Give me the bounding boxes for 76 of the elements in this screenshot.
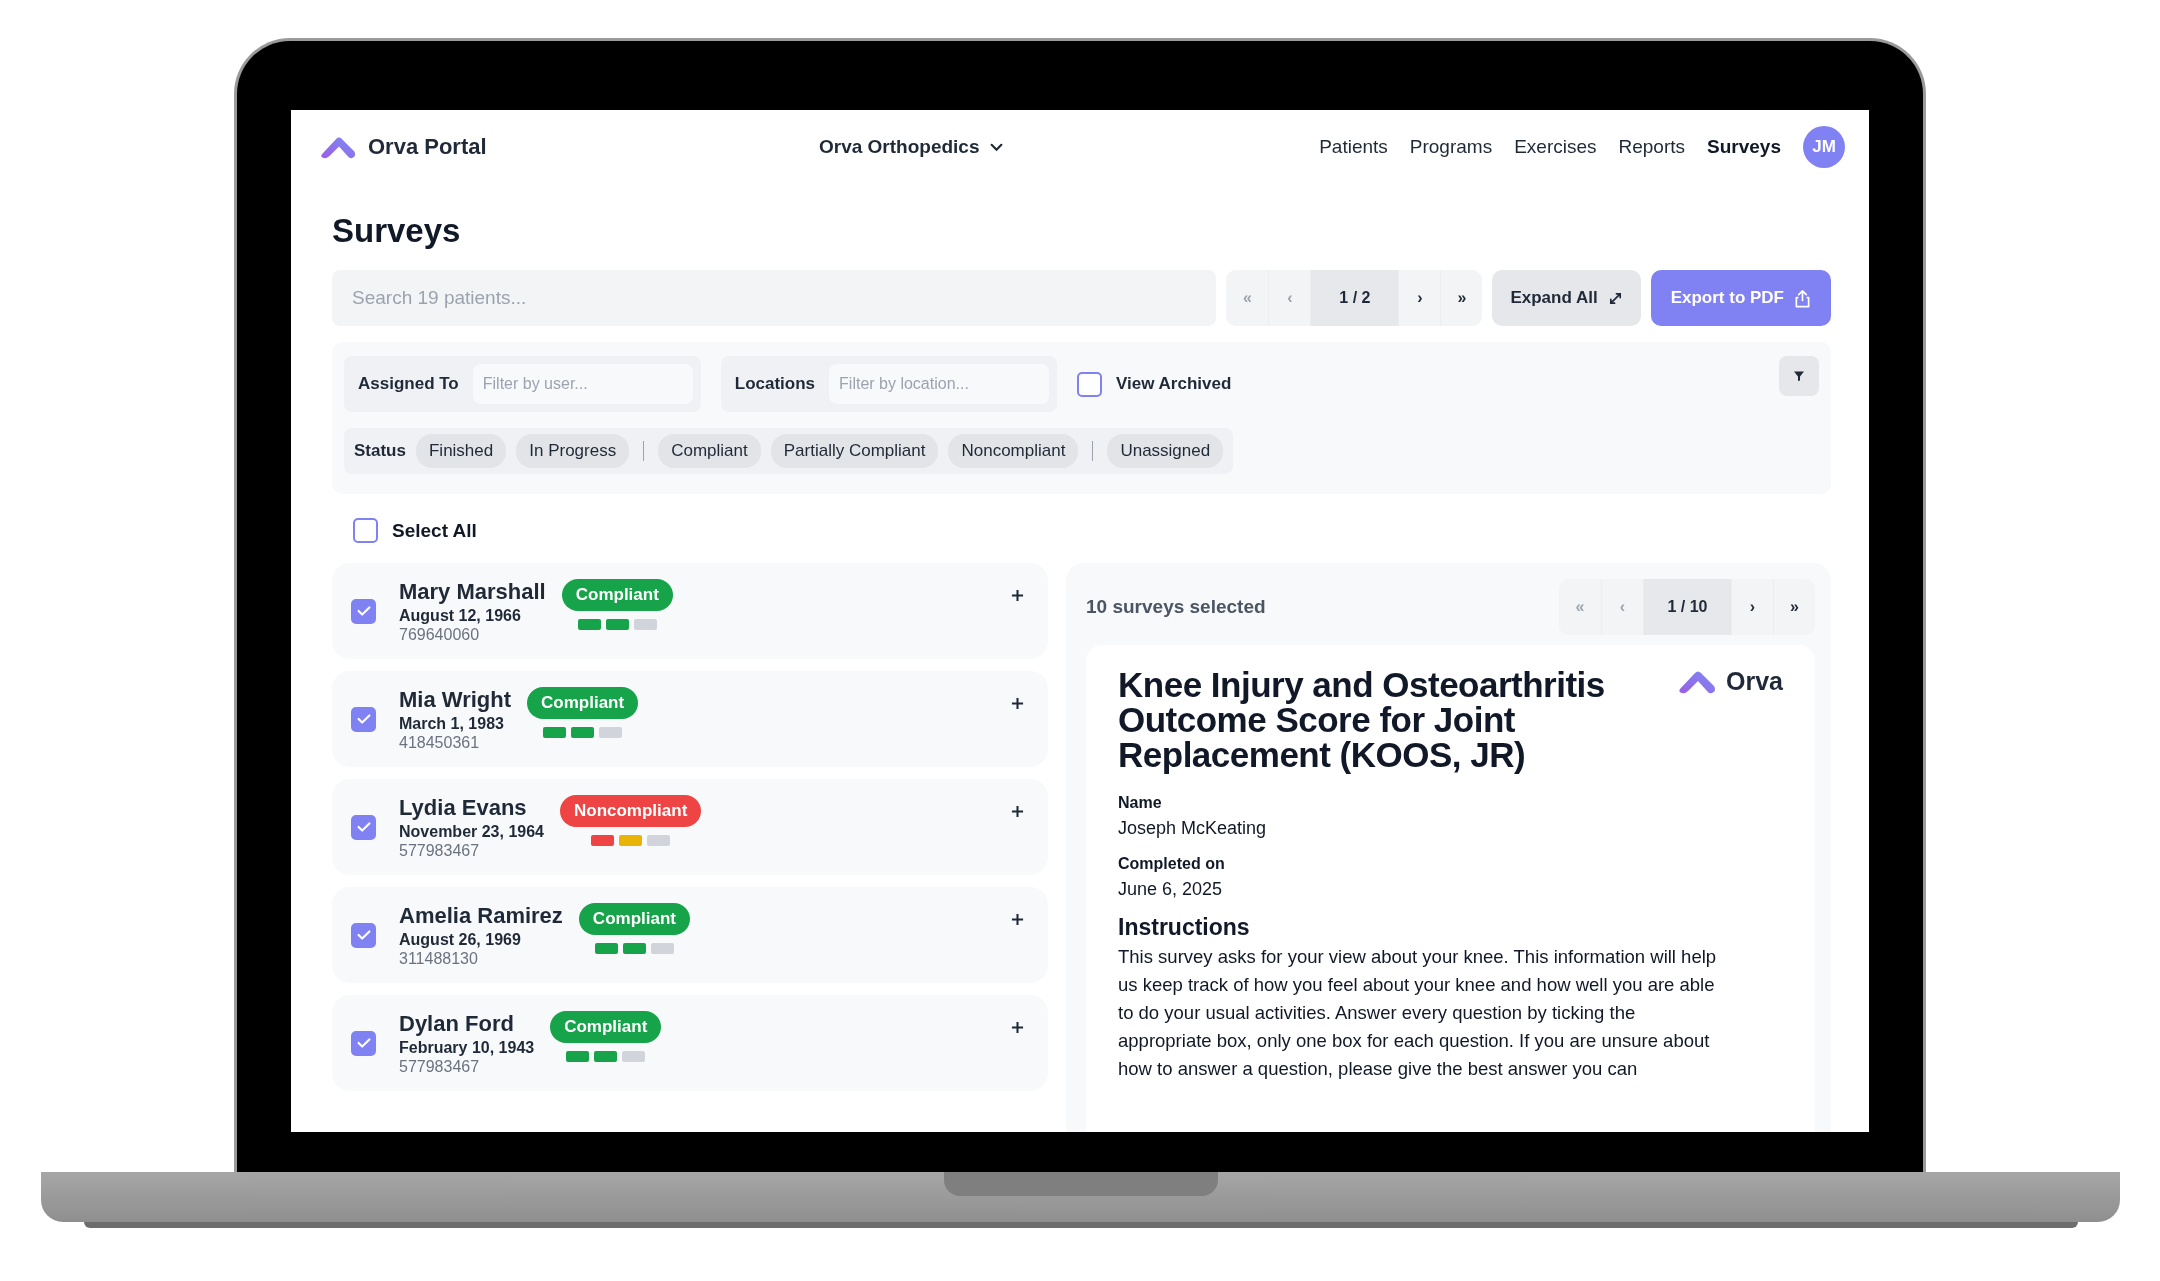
survey-title: Knee Injury and Osteoarthritis Outcome Score for Joint Replacement (KOOS, JR) (1118, 667, 1606, 772)
plus-icon (1011, 589, 1024, 602)
patient-name: Mia Wright (399, 686, 512, 713)
page-title: Surveys (332, 212, 462, 250)
patient-name: Mary Marshall (399, 578, 546, 605)
select-all-checkbox[interactable] (353, 518, 378, 543)
patient-id: 769640060 (399, 625, 481, 644)
plus-icon (1011, 697, 1024, 710)
checkbox-label: View Archived (1116, 374, 1232, 394)
status-badge: Compliant (550, 1010, 662, 1043)
user-filter-field[interactable]: Filter by user... (472, 364, 693, 404)
patient-checkbox[interactable] (351, 706, 376, 732)
nav-link[interactable]: Programs (1409, 136, 1493, 158)
status-badge: Noncompliant (560, 794, 702, 827)
app-name: Orva Portal (368, 134, 487, 160)
birth-date: August 26, 1969 (399, 930, 522, 949)
page-indicator[interactable]: 1 / 10 (1643, 579, 1731, 635)
patient-card[interactable]: Dylan Ford February 10, 1943 577983467 Compliant (332, 995, 1048, 1091)
brand-name: Orva (1726, 667, 1783, 696)
patient-checkbox[interactable] (351, 814, 376, 840)
section-heading: Instructions (1118, 914, 1251, 941)
nav-link[interactable]: Patients (1319, 136, 1388, 158)
status-chip[interactable]: Noncompliant (948, 434, 1079, 468)
birth-date: March 1, 1983 (399, 714, 505, 733)
selection-count: 10 surveys selected (1086, 596, 1266, 618)
patient-id: 311488130 (399, 949, 479, 968)
patient-name: Lydia Evans (399, 794, 528, 821)
patient-card[interactable]: Mia Wright March 1, 1983 418450361 Compliant (332, 671, 1048, 767)
patient-card[interactable]: Lydia Evans November 23, 1964 577983467 Noncompliant (332, 779, 1048, 875)
status-badge: Compliant (561, 578, 673, 611)
status-badge: Compliant (578, 902, 690, 935)
view-archived-checkbox[interactable] (1077, 371, 1103, 397)
chevron-down-icon (989, 142, 1003, 152)
status-chip[interactable]: Compliant (658, 434, 761, 468)
patient-checkbox[interactable] (351, 922, 376, 948)
filter-label: Locations (734, 374, 816, 394)
status-badge: Compliant (527, 686, 639, 719)
patient-card[interactable]: Mary Marshall August 12, 1966 769640060 Compliant (332, 563, 1048, 659)
status-chip[interactable]: In Progress (516, 434, 630, 468)
organization-dropdown[interactable]: Orva Orthopedics (815, 132, 1007, 162)
filter-label: Assigned To (358, 374, 459, 394)
birth-date: August 12, 1966 (399, 606, 522, 625)
birth-date: November 23, 1964 (399, 822, 544, 841)
expand-icon (1607, 290, 1623, 306)
nav-link[interactable]: Surveys (1707, 136, 1781, 158)
plus-icon (1011, 1021, 1024, 1034)
share-icon (1794, 288, 1811, 308)
search-field[interactable]: Search 19 patients... (332, 270, 1217, 326)
instructions-text: This survey asks for your view about your knee. This information will help us keep track of how you feel about your knee and how well you are able to do your usual activities. Answer every question by ticking the appropriate box, only one box for each question. If you are unsure about how to answer a question, please give the best answer you can (1118, 945, 1718, 1081)
field-value: June 6, 2025 (1118, 879, 1224, 900)
patient-card[interactable]: Amelia Ramirez August 26, 1969 311488130 Compliant (332, 887, 1048, 983)
filter-icon (1793, 370, 1805, 382)
patient-checkbox[interactable] (351, 1030, 376, 1056)
checkbox-label: Select All (392, 519, 477, 542)
expand-button[interactable]: Expand All (1492, 270, 1641, 326)
field-label: Completed on (1118, 855, 1226, 873)
plus-icon (1011, 913, 1024, 926)
location-filter-field[interactable]: Filter by location... (829, 364, 1050, 404)
status-chip[interactable]: Partially Compliant (770, 434, 939, 468)
page-indicator[interactable]: 1 / 2 (1310, 270, 1399, 326)
patient-id: 577983467 (399, 1057, 481, 1076)
patient-id: 577983467 (399, 841, 481, 860)
patient-name: Dylan Ford (399, 1010, 515, 1037)
patient-id: 418450361 (399, 733, 481, 752)
status-chip[interactable]: Finished (415, 434, 507, 468)
filter-button[interactable] (1779, 356, 1819, 396)
patient-name: Amelia Ramirez (399, 902, 563, 929)
birth-date: February 10, 1943 (399, 1038, 535, 1057)
nav-link[interactable]: Exercises (1514, 136, 1597, 158)
plus-icon (1011, 805, 1024, 818)
field-label: Name (1118, 794, 1163, 812)
filter-label: Status (354, 441, 406, 461)
field-value: Joseph McKeating (1118, 818, 1268, 839)
status-chip[interactable]: Unassigned (1107, 434, 1224, 468)
nav-link[interactable]: Reports (1618, 136, 1686, 158)
patient-checkbox[interactable] (351, 598, 376, 624)
